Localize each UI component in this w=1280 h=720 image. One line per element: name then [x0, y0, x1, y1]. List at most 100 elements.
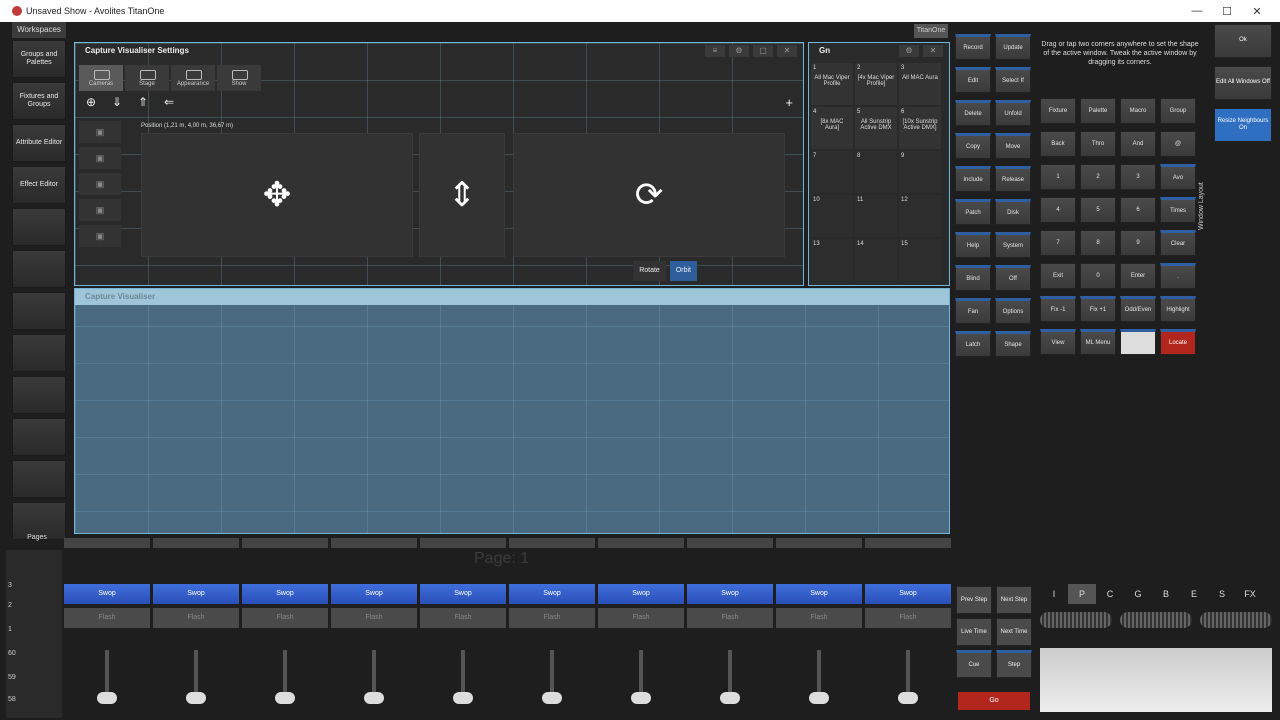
camera-slot-icon[interactable]: ▣ — [79, 199, 121, 221]
keypad-button[interactable]: . — [1160, 263, 1196, 289]
flash-button[interactable]: Flash — [420, 608, 506, 628]
flash-button[interactable]: Flash — [598, 608, 684, 628]
workspace-button[interactable] — [12, 208, 66, 246]
command-button[interactable]: Record — [955, 34, 991, 60]
command-button[interactable]: Select If — [995, 67, 1031, 93]
attribute-key[interactable]: C — [1096, 584, 1124, 604]
keypad-button[interactable]: Fix +1 — [1080, 296, 1116, 322]
camera-slot-icon[interactable]: ▣ — [79, 173, 121, 195]
tab-appearance[interactable]: Appearance — [171, 65, 215, 91]
workspace-button[interactable] — [12, 250, 66, 288]
command-button[interactable]: Delete — [955, 100, 991, 126]
keypad-button[interactable]: 7 — [1040, 230, 1076, 256]
orbit-button[interactable]: Orbit — [669, 261, 697, 281]
swop-button[interactable]: Swop — [776, 584, 862, 604]
fader-handle[interactable] — [97, 692, 117, 704]
flash-button[interactable]: Flash — [865, 608, 951, 628]
command-button[interactable]: Include — [955, 166, 991, 192]
camera-slot-icon[interactable]: ▣ — [79, 121, 121, 143]
swop-button[interactable]: Swop — [598, 584, 684, 604]
page-tab[interactable] — [776, 538, 862, 548]
group-cell[interactable]: 2 [4x Mac Viper Profile] — [855, 63, 897, 105]
close-window-icon[interactable]: ✕ — [923, 45, 943, 57]
camera-slot-icon[interactable]: ▣ — [79, 225, 121, 247]
attribute-key[interactable]: S — [1208, 584, 1236, 604]
fader-handle[interactable] — [898, 692, 918, 704]
keypad-button[interactable]: 3 — [1120, 164, 1156, 190]
group-cell[interactable]: 4 [8x MAC Aura] — [811, 107, 853, 149]
workspace-button[interactable]: Fixtures and Groups — [12, 82, 66, 120]
command-button[interactable]: Copy — [955, 133, 991, 159]
camera-slot-icon[interactable]: ▣ — [79, 147, 121, 169]
flash-button[interactable]: Flash — [331, 608, 417, 628]
command-button[interactable]: Unfold — [995, 100, 1031, 126]
group-cell[interactable]: 7 — [811, 151, 853, 193]
page-tab[interactable] — [331, 538, 417, 548]
keypad-button[interactable] — [1120, 329, 1156, 355]
keypad-button[interactable]: Odd/Even — [1120, 296, 1156, 322]
gear-icon[interactable]: ⚙ — [729, 45, 749, 57]
keypad-button[interactable]: Locate — [1160, 329, 1196, 355]
keypad-button[interactable]: Highlight — [1160, 296, 1196, 322]
page-tab[interactable] — [64, 538, 150, 548]
keypad-button[interactable]: Times — [1160, 197, 1196, 223]
fader-handle[interactable] — [631, 692, 651, 704]
command-button[interactable]: System — [995, 232, 1031, 258]
flash-button[interactable]: Flash — [153, 608, 239, 628]
keypad-button[interactable]: Fix -1 — [1040, 296, 1076, 322]
group-cell[interactable]: 10 — [811, 195, 853, 237]
group-cell[interactable]: 9 — [899, 151, 941, 193]
command-button[interactable]: Latch — [955, 331, 991, 357]
fader-handle[interactable] — [453, 692, 473, 704]
flash-button[interactable]: Flash — [64, 608, 150, 628]
workspace-button[interactable] — [12, 292, 66, 330]
titanone-tab[interactable]: TitanOne — [914, 24, 948, 38]
playback-button[interactable]: Live Time — [956, 618, 992, 646]
group-cell[interactable]: 8 — [855, 151, 897, 193]
keypad-button[interactable]: Exit — [1040, 263, 1076, 289]
page-tab[interactable] — [509, 538, 595, 548]
tab-stage[interactable]: Stage — [125, 65, 169, 91]
group-cell[interactable]: 12 — [899, 195, 941, 237]
group-cell[interactable]: 14 — [855, 239, 897, 281]
keypad-button[interactable]: 0 — [1080, 263, 1116, 289]
command-button[interactable]: Fan — [955, 298, 991, 324]
playback-button[interactable]: Next Step — [996, 586, 1032, 614]
rotate-button[interactable]: Rotate — [633, 261, 666, 281]
resize-neighbours-button[interactable]: Resize Neighbours On — [1214, 108, 1272, 142]
minimize-icon[interactable]: — — [1182, 5, 1212, 17]
flash-button[interactable]: Flash — [509, 608, 595, 628]
group-cell[interactable]: 11 — [855, 195, 897, 237]
playback-button[interactable]: Step — [996, 650, 1032, 678]
workspace-button[interactable]: Effect Editor — [12, 166, 66, 204]
tab-show[interactable]: Show — [217, 65, 261, 91]
keypad-button[interactable]: 5 — [1080, 197, 1116, 223]
keypad-button[interactable]: 9 — [1120, 230, 1156, 256]
keypad-button[interactable]: 8 — [1080, 230, 1116, 256]
rotate-control[interactable]: ⟳ — [513, 133, 785, 257]
swop-button[interactable]: Swop — [242, 584, 328, 604]
flash-button[interactable]: Flash — [242, 608, 328, 628]
fader-handle[interactable] — [186, 692, 206, 704]
keypad-button[interactable]: Palette — [1080, 98, 1116, 124]
command-button[interactable]: Update — [995, 34, 1031, 60]
fader-handle[interactable] — [720, 692, 740, 704]
group-cell[interactable]: 13 — [811, 239, 853, 281]
edit-all-windows-button[interactable]: Edit All Windows Off — [1214, 66, 1272, 100]
encoder-wheel[interactable] — [1120, 612, 1192, 628]
keypad-button[interactable]: Clear — [1160, 230, 1196, 256]
attribute-key[interactable]: P — [1068, 584, 1096, 604]
fader-handle[interactable] — [809, 692, 829, 704]
attribute-key[interactable]: FX — [1236, 584, 1264, 604]
keypad-button[interactable]: View — [1040, 329, 1076, 355]
playback-button[interactable]: Cue — [956, 650, 992, 678]
command-button[interactable]: Options — [995, 298, 1031, 324]
keypad-button[interactable]: 2 — [1080, 164, 1116, 190]
menu-icon[interactable]: ≡ — [705, 45, 725, 57]
maximize-icon[interactable]: ☐ — [1212, 5, 1242, 18]
command-button[interactable]: Blind — [955, 265, 991, 291]
attribute-key[interactable]: E — [1180, 584, 1208, 604]
pan-control[interactable]: ✥ — [141, 133, 413, 257]
command-button[interactable]: Off — [995, 265, 1031, 291]
flash-button[interactable]: Flash — [687, 608, 773, 628]
